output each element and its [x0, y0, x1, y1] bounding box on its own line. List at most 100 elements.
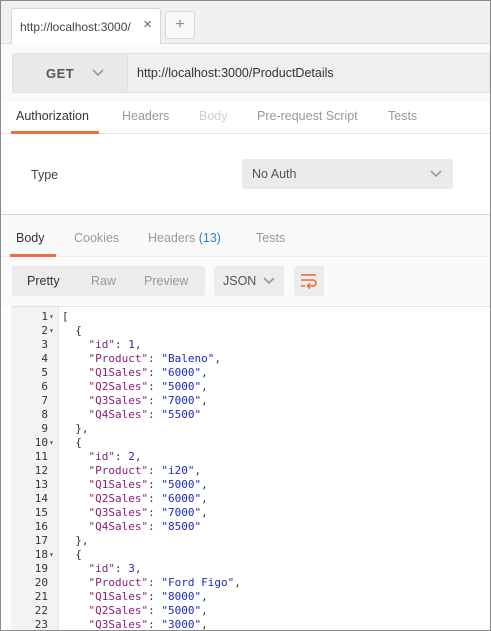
fold-toggle-icon[interactable]: ▾ [49, 436, 57, 450]
code-line: 21 "Q1Sales": "8000", [11, 590, 490, 604]
line-number: 11 [34, 450, 48, 463]
wrap-lines-button[interactable] [294, 266, 324, 296]
code-line: 8 "Q4Sales": "5500" [11, 408, 490, 422]
url-bar-row: GET http://localhost:3000/ProductDetails [1, 44, 490, 102]
code-text: "id": 2, [88, 450, 142, 463]
line-number: 2 [41, 324, 48, 337]
code-line: 22 "Q2Sales": "5000", [11, 604, 490, 618]
line-number: 19 [34, 562, 48, 575]
chevron-down-icon [430, 170, 442, 178]
method-select[interactable]: GET [12, 53, 128, 93]
code-text: "Q2Sales": "5000", [88, 380, 208, 393]
tab-tests[interactable]: Tests [388, 109, 417, 123]
postman-window: http://localhost:3000/ × + GET http://lo… [0, 0, 491, 631]
raw-button[interactable]: Raw [91, 274, 116, 288]
line-number: 18 [34, 548, 48, 561]
line-number: 14 [34, 492, 48, 505]
code-text: { [62, 548, 82, 561]
code-line: 1 ▾ [ [11, 310, 490, 324]
line-number: 13 [34, 478, 48, 491]
format-value: JSON [223, 274, 257, 288]
tab-body[interactable]: Body [199, 109, 228, 123]
code-line: 23 "Q3Sales": "3000", [11, 618, 490, 631]
line-number: 16 [34, 520, 48, 533]
format-select[interactable]: JSON [214, 266, 284, 296]
code-text: "Q4Sales": "8500" [88, 520, 202, 533]
code-text: "Q1Sales": "5000", [88, 478, 208, 491]
line-number: 7 [41, 394, 48, 407]
tab-authorization[interactable]: Authorization [16, 109, 89, 123]
request-tab-title: http://localhost:3000/ [20, 20, 131, 34]
code-line: 12 "Product": "i20", [11, 464, 490, 478]
code-text: "Q1Sales": "6000", [88, 366, 208, 379]
code-text: [ [62, 310, 69, 323]
line-number: 15 [34, 506, 48, 519]
line-number: 8 [41, 408, 48, 421]
view-mode-group: Pretty Raw Preview [12, 266, 205, 296]
fold-toggle-icon[interactable]: ▾ [49, 548, 57, 562]
wrap-lines-icon [301, 274, 317, 289]
pretty-button[interactable]: Pretty [27, 274, 60, 288]
code-line: 16 "Q4Sales": "8500" [11, 520, 490, 534]
code-line: 10 ▾ { [11, 436, 490, 450]
line-number: 10 [34, 436, 48, 449]
tab-bar: http://localhost:3000/ × + [1, 1, 490, 44]
code-line: 19 "id": 3, [11, 562, 490, 576]
fold-toggle-icon[interactable]: ▾ [49, 310, 57, 324]
line-number: 9 [41, 422, 48, 435]
fold-toggle-icon[interactable]: ▾ [49, 324, 57, 338]
code-line: 7 "Q3Sales": "7000", [11, 394, 490, 408]
code-text: }, [62, 534, 89, 547]
tab-cookies[interactable]: Cookies [74, 231, 119, 245]
line-number: 22 [34, 604, 48, 617]
tab-response-headers[interactable]: Headers (13) [148, 231, 221, 245]
line-number: 1 [41, 310, 48, 323]
response-headers-label: Headers [148, 231, 196, 245]
request-tab[interactable]: http://localhost:3000/ × [11, 8, 161, 44]
code-text: "Product": "i20", [88, 464, 202, 477]
url-input[interactable]: http://localhost:3000/ProductDetails [128, 53, 490, 93]
code-line: 13 "Q1Sales": "5000", [11, 478, 490, 492]
method-label: GET [46, 66, 75, 81]
code-line: 2 ▾ { [11, 324, 490, 338]
code-line: 15 "Q3Sales": "7000", [11, 506, 490, 520]
line-number: 5 [41, 366, 48, 379]
chevron-down-icon [92, 69, 104, 77]
code-text: "Q2Sales": "5000", [88, 604, 208, 617]
line-number: 6 [41, 380, 48, 393]
add-tab-button[interactable]: + [165, 11, 195, 39]
line-number: 17 [34, 534, 48, 547]
code-text: "Q3Sales": "7000", [88, 506, 208, 519]
code-line: 3 "id": 1, [11, 338, 490, 352]
response-toolbar: Pretty Raw Preview JSON [1, 257, 490, 306]
code-text: { [62, 436, 82, 449]
line-number: 4 [41, 352, 48, 365]
line-number: 3 [41, 338, 48, 351]
tab-response-body[interactable]: Body [16, 231, 45, 245]
close-icon[interactable]: × [143, 17, 152, 32]
tab-pre-request-script[interactable]: Pre-request Script [257, 109, 358, 123]
code-text: }, [62, 422, 89, 435]
code-text: { [62, 324, 82, 337]
tab-headers[interactable]: Headers [122, 109, 169, 123]
code-line: 5 "Q1Sales": "6000", [11, 366, 490, 380]
auth-type-label: Type [31, 168, 59, 182]
tab-response-tests[interactable]: Tests [256, 231, 285, 245]
authorization-panel: Type No Auth [1, 134, 490, 215]
code-text: "Q4Sales": "5500" [88, 408, 202, 421]
response-body-viewer[interactable]: 1 ▾[2 ▾ {3 "id": 1, 4 "Product": "Baleno", 5… [11, 306, 490, 631]
line-number: 23 [34, 618, 48, 631]
line-number: 12 [34, 464, 48, 477]
code-line: 17 }, [11, 534, 490, 548]
code-text: "Product": "Baleno", [88, 352, 221, 365]
line-number: 20 [34, 576, 48, 589]
code-line: 14 "Q2Sales": "6000", [11, 492, 490, 506]
preview-button[interactable]: Preview [144, 274, 188, 288]
headers-count-badge: (13) [198, 231, 221, 245]
url-value: http://localhost:3000/ProductDetails [137, 66, 334, 80]
code-line: 11 "id": 2, [11, 450, 490, 464]
auth-type-select[interactable]: No Auth [242, 159, 453, 189]
code-line: 18 ▾ { [11, 548, 490, 562]
line-number: 21 [34, 590, 48, 603]
chevron-down-icon [263, 277, 275, 285]
